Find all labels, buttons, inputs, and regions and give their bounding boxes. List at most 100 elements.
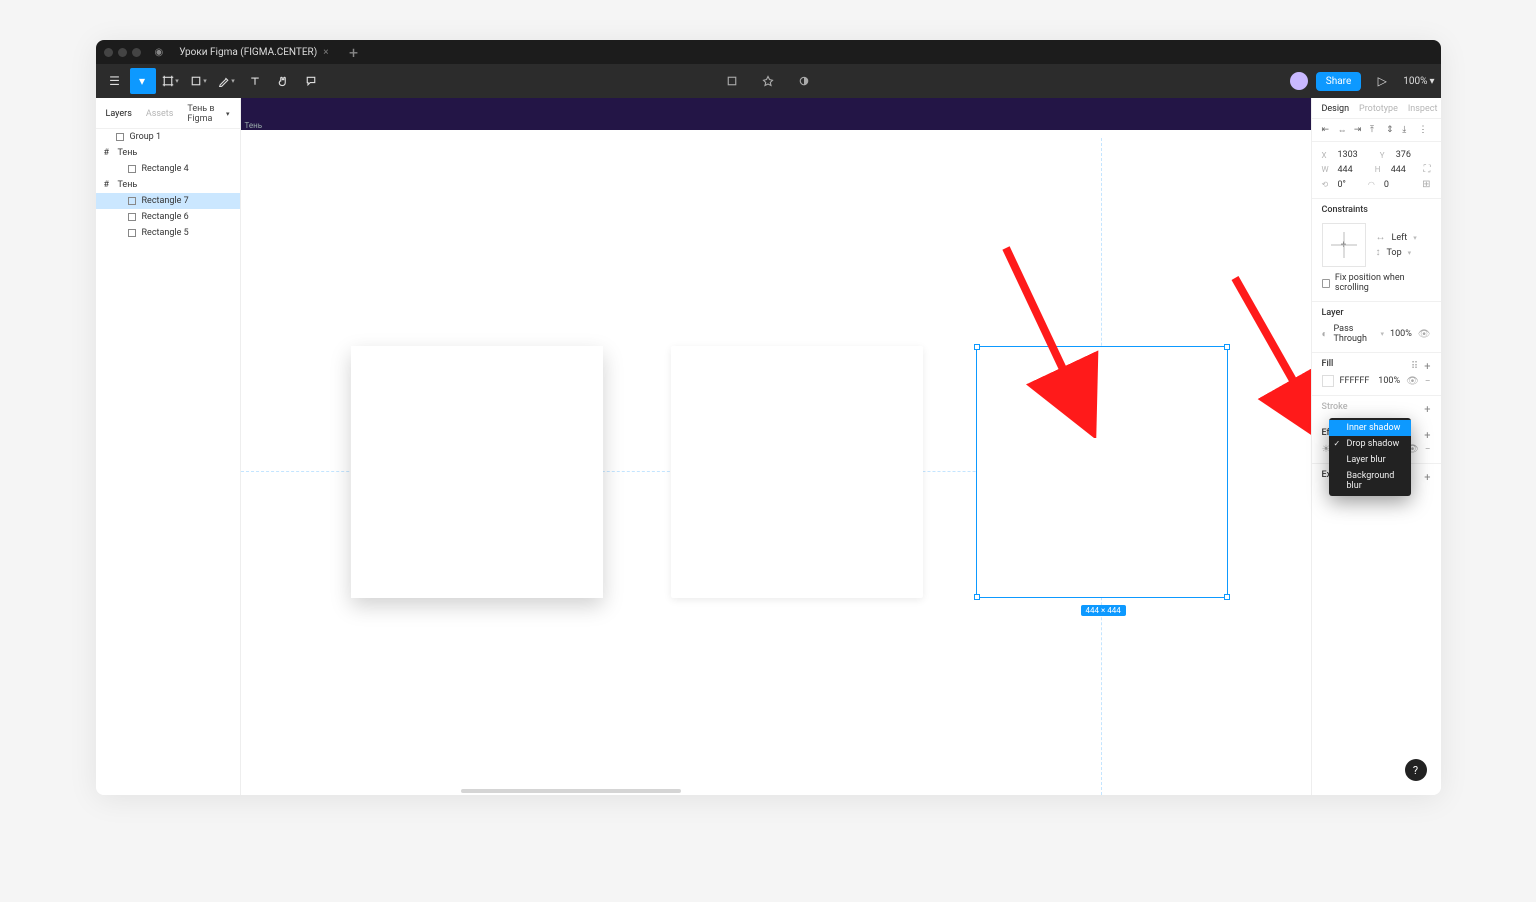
pos-x[interactable]: 1303 [1338, 150, 1358, 160]
component-tool[interactable] [719, 68, 745, 94]
shape-tool[interactable]: ▾ [186, 68, 212, 94]
fill-swatch[interactable] [1322, 375, 1334, 387]
remove-fill-icon[interactable]: − [1425, 376, 1431, 387]
align-top-icon[interactable]: ⤒ [1370, 125, 1382, 135]
traffic-lights[interactable] [104, 48, 141, 57]
tab-inspect[interactable]: Inspect [1408, 104, 1438, 114]
layer-opacity[interactable]: 100% [1390, 329, 1412, 339]
style-icon[interactable]: ⠿ [1411, 361, 1418, 372]
present-button[interactable]: ▷ [1369, 68, 1395, 94]
pen-tool[interactable]: ▾ [214, 68, 240, 94]
zoom-control[interactable]: 100% ▾ [1403, 76, 1434, 87]
pos-w[interactable]: 444 [1338, 165, 1353, 175]
layer-row[interactable]: Group 1 [96, 129, 240, 145]
tab-layers[interactable]: Layers [106, 109, 132, 119]
position-section: X1303 Y376 W444 H444 ⛶ ⟲0° ◠0 ⊞ [1312, 142, 1441, 199]
checkbox-icon[interactable] [1322, 279, 1330, 288]
layer-row[interactable]: #Тень [96, 145, 240, 161]
corner-radius[interactable]: 0 [1384, 180, 1389, 190]
pos-h[interactable]: 444 [1391, 165, 1406, 175]
selection-dimensions: 444 × 444 [1081, 605, 1126, 616]
menu-button[interactable]: ☰ [102, 68, 128, 94]
remove-effect-icon[interactable]: − [1425, 444, 1431, 455]
mask-tool[interactable] [755, 68, 781, 94]
page-selector[interactable]: Тень в Figma ▾ [187, 104, 229, 124]
blend-mode[interactable]: Pass Through [1334, 324, 1375, 344]
share-button[interactable]: Share [1316, 72, 1361, 91]
fill-section: Fill ⠿ + FFFFFF 100% 👁 − [1312, 353, 1441, 396]
resize-handle-nw[interactable] [974, 344, 980, 350]
tab-prototype[interactable]: Prototype [1359, 104, 1398, 114]
rectangle-shadow-soft[interactable] [671, 346, 923, 598]
align-vcenter-icon[interactable]: ⇕ [1386, 125, 1398, 135]
figma-logo-icon[interactable]: ◉ [155, 47, 164, 58]
resize-handle-sw[interactable] [974, 594, 980, 600]
rotation[interactable]: 0° [1338, 180, 1346, 190]
layer-row[interactable]: Rectangle 5 [96, 225, 240, 241]
visibility-icon[interactable]: 👁 [1406, 376, 1419, 387]
close-window-icon[interactable] [104, 48, 113, 57]
close-tab-icon[interactable]: × [323, 47, 328, 58]
resize-handle-ne[interactable] [1224, 344, 1230, 350]
distribute-icon[interactable]: ⋮ [1418, 125, 1430, 135]
tab-design[interactable]: Design [1322, 104, 1350, 114]
app-window: ◉ Уроки Figma (FIGMA.CENTER) × + ☰ ▾ ▾ ▾… [96, 40, 1441, 795]
layer-row[interactable]: Rectangle 7 [96, 193, 240, 209]
maximize-window-icon[interactable] [132, 48, 141, 57]
visibility-icon[interactable]: 👁 [1418, 329, 1431, 340]
effect-option[interactable]: Drop shadow [1329, 436, 1411, 452]
constraints-title: Constraints [1322, 205, 1431, 215]
document-tab[interactable]: Уроки Figma (FIGMA.CENTER) × [169, 44, 338, 61]
add-stroke-button[interactable]: + [1424, 403, 1430, 416]
constraint-h[interactable]: Left [1392, 233, 1408, 243]
layer-label: Rectangle 4 [142, 164, 189, 174]
rectangle-selected[interactable] [976, 346, 1228, 598]
layer-row[interactable]: Rectangle 4 [96, 161, 240, 177]
minimize-window-icon[interactable] [118, 48, 127, 57]
tool-group-center [719, 68, 817, 94]
rectangle-shadow-strong[interactable] [351, 346, 603, 598]
rectangle-icon [128, 165, 136, 173]
add-fill-button[interactable]: + [1424, 360, 1430, 373]
constrain-proportions-icon[interactable]: ⛶ [1424, 164, 1431, 175]
fill-hex[interactable]: FFFFFF [1340, 376, 1370, 386]
layer-list: Group 1#ТеньRectangle 4#ТеньRectangle 7R… [96, 129, 240, 241]
fix-scroll-row[interactable]: Fix position when scrolling [1322, 271, 1431, 295]
tab-assets[interactable]: Assets [146, 109, 174, 119]
add-effect-button[interactable]: + [1424, 429, 1430, 442]
effect-option[interactable]: Layer blur [1329, 452, 1411, 468]
move-tool[interactable]: ▾ [130, 68, 156, 94]
fill-opacity[interactable]: 100% [1378, 376, 1400, 386]
blend-icon[interactable]: ◐ [1322, 329, 1328, 340]
comment-tool[interactable] [298, 68, 324, 94]
frame-label: Тень [245, 121, 263, 130]
align-left-icon[interactable]: ⇤ [1322, 125, 1334, 135]
alignment-controls: ⇤ ⇔ ⇥ ⤒ ⇕ ⤓ ⋮ [1312, 119, 1441, 142]
horizontal-scrollbar[interactable] [461, 789, 681, 793]
help-button[interactable]: ? [1405, 759, 1427, 781]
hand-tool[interactable] [270, 68, 296, 94]
align-right-icon[interactable]: ⇥ [1354, 125, 1366, 135]
user-avatar[interactable] [1290, 72, 1308, 90]
titlebar: ◉ Уроки Figma (FIGMA.CENTER) × + [96, 40, 1441, 64]
canvas[interactable]: Тень 444 × 444 [241, 98, 1311, 795]
add-export-button[interactable]: + [1424, 471, 1430, 484]
constraint-widget[interactable]: + [1322, 223, 1366, 267]
effect-option[interactable]: Background blur [1329, 468, 1411, 494]
independent-corners-icon[interactable]: ⊞ [1422, 179, 1430, 190]
frame-tool[interactable]: ▾ [158, 68, 184, 94]
canvas-frame-header: Тень [241, 98, 1311, 130]
text-tool[interactable] [242, 68, 268, 94]
new-tab-button[interactable]: + [345, 43, 363, 62]
constraint-v[interactable]: Top [1387, 248, 1402, 258]
align-bottom-icon[interactable]: ⤓ [1402, 125, 1414, 135]
boolean-tool[interactable] [791, 68, 817, 94]
resize-handle-se[interactable] [1224, 594, 1230, 600]
layer-row[interactable]: Rectangle 6 [96, 209, 240, 225]
layer-row[interactable]: #Тень [96, 177, 240, 193]
effects-dropdown[interactable]: Inner shadowDrop shadowLayer blurBackgro… [1329, 418, 1411, 496]
align-hcenter-icon[interactable]: ⇔ [1338, 125, 1350, 135]
effect-option[interactable]: Inner shadow [1329, 420, 1411, 436]
pos-y[interactable]: 376 [1396, 150, 1411, 160]
rectangle-icon [116, 133, 124, 141]
